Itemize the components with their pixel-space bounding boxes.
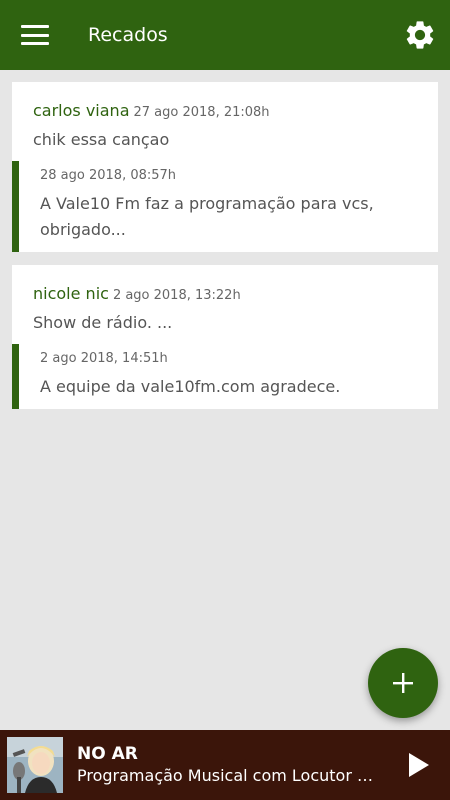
message-card[interactable]: carlos viana 27 ago 2018, 21:08h chik ess… <box>12 82 438 252</box>
program-thumbnail <box>7 737 63 793</box>
message-header: carlos viana 27 ago 2018, 21:08h <box>12 100 438 124</box>
message-author: nicole nic <box>33 284 109 303</box>
reply-text: A equipe da vale10fm.com agradece. <box>40 377 341 396</box>
reply-date: 28 ago 2018, 08:57h <box>40 168 177 183</box>
program-title: Programação Musical com Locutor Virtual <box>77 766 377 785</box>
gear-icon <box>406 21 434 49</box>
play-button[interactable] <box>394 730 444 800</box>
add-message-button[interactable] <box>368 648 438 718</box>
messages-list: carlos viana 27 ago 2018, 21:08h chik ess… <box>12 82 438 422</box>
message-date: 27 ago 2018, 21:08h <box>133 105 270 120</box>
message-header: nicole nic 2 ago 2018, 13:22h <box>12 283 438 307</box>
plus-icon <box>393 673 413 693</box>
message-reply: 28 ago 2018, 08:57h A Vale10 Fm faz a pr… <box>12 161 438 252</box>
app-bar: Recados <box>0 0 450 70</box>
page-title: Recados <box>88 24 168 46</box>
now-playing-bar[interactable]: NO AR Programação Musical com Locutor Vi… <box>0 730 450 800</box>
play-icon <box>409 753 429 777</box>
message-reply: 2 ago 2018, 14:51h A equipe da vale10fm.… <box>12 344 438 409</box>
message-author: carlos viana <box>33 101 130 120</box>
now-playing-info: NO AR Programação Musical com Locutor Vi… <box>77 743 394 787</box>
menu-button[interactable] <box>0 0 70 70</box>
message-text: Show de rádio. ... <box>33 313 173 332</box>
hamburger-menu-icon <box>21 25 49 45</box>
settings-button[interactable] <box>390 0 450 70</box>
reply-date: 2 ago 2018, 14:51h <box>40 351 168 366</box>
on-air-label: NO AR <box>77 744 138 764</box>
message-text: chik essa cançao <box>33 130 170 149</box>
reply-text: A Vale10 Fm faz a programação para vcs, … <box>40 194 374 239</box>
message-card[interactable]: nicole nic 2 ago 2018, 13:22h Show de rád… <box>12 265 438 409</box>
message-date: 2 ago 2018, 13:22h <box>112 288 241 303</box>
